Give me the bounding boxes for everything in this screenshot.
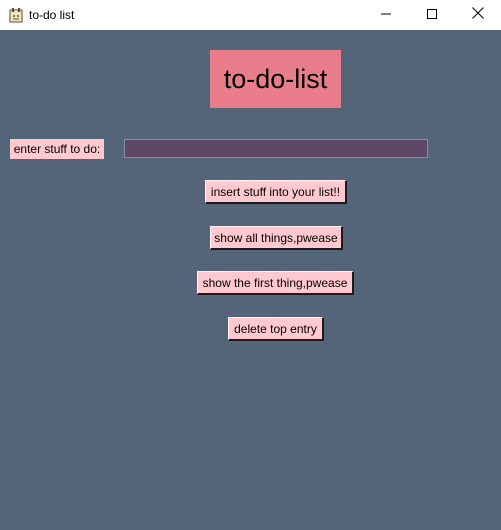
page-title: to-do-list bbox=[210, 50, 341, 108]
show-all-button[interactable]: show all things,pwease bbox=[210, 226, 343, 250]
title-bar[interactable]: to-do list bbox=[0, 0, 501, 30]
maximize-icon bbox=[427, 6, 437, 24]
delete-top-button[interactable]: delete top entry bbox=[228, 317, 324, 341]
insert-button[interactable]: insert stuff into your list!! bbox=[205, 180, 347, 204]
todo-entry-field[interactable] bbox=[124, 139, 428, 158]
client-area: to-do-list enter stuff to do: insert stu… bbox=[0, 30, 501, 530]
app-window: to-do list to-do-list enter stuff to do:… bbox=[0, 0, 501, 530]
window-title: to-do list bbox=[29, 8, 75, 22]
minimize-icon bbox=[381, 6, 391, 24]
show-first-button[interactable]: show the first thing,pwease bbox=[197, 271, 354, 295]
entry-label: enter stuff to do: bbox=[10, 139, 104, 159]
notepad-icon bbox=[8, 7, 24, 23]
close-icon bbox=[472, 6, 484, 24]
minimize-button[interactable] bbox=[363, 0, 409, 30]
close-button[interactable] bbox=[455, 0, 501, 30]
maximize-button[interactable] bbox=[409, 0, 455, 30]
